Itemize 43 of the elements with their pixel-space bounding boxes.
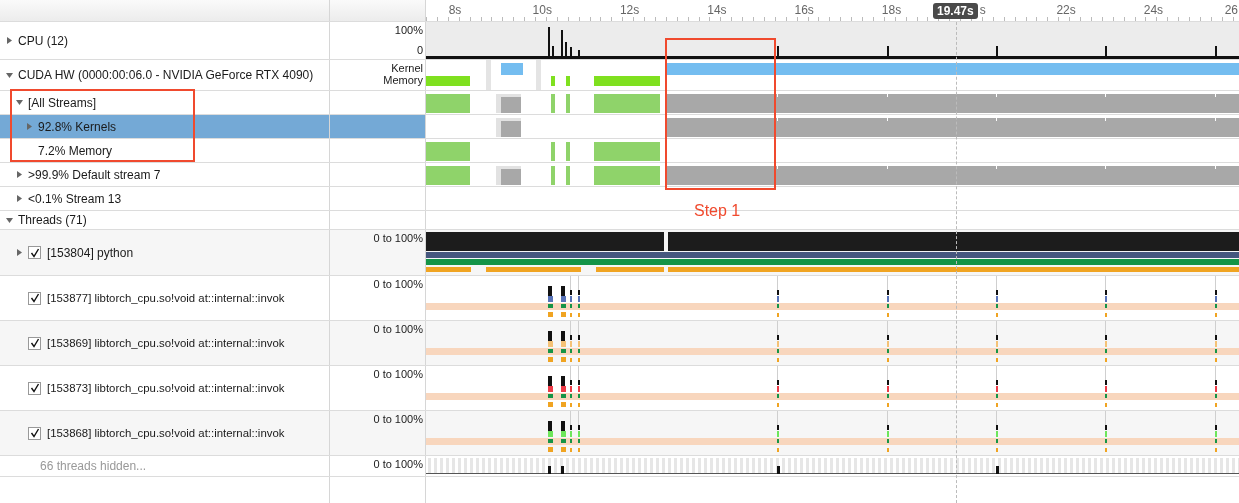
tick-label: 24s bbox=[1143, 3, 1164, 17]
checkbox[interactable] bbox=[28, 381, 41, 395]
annotation-label: Step 1 bbox=[694, 202, 741, 220]
tree-item[interactable]: [153877] libtorch_cpu.so!void at::internal::invok 0 to 100% bbox=[0, 276, 426, 320]
tree-item[interactable]: [153873] libtorch_cpu.so!void at::internal::invok 0 to 100% bbox=[0, 366, 426, 410]
tree-item[interactable]: [153868] libtorch_cpu.so!void at::internal::invok 0 to 100% bbox=[0, 411, 426, 455]
scale-label: 0 bbox=[416, 44, 423, 56]
scale-label: 0 to 100% bbox=[373, 413, 423, 425]
scale-label: Memory bbox=[383, 74, 423, 86]
scale-label: 100% bbox=[394, 24, 423, 36]
scale-label: 0 to 100% bbox=[373, 278, 423, 290]
expander-icon[interactable] bbox=[16, 195, 23, 202]
checkbox[interactable] bbox=[28, 426, 41, 440]
tree-item[interactable]: 92.8% Kernels bbox=[0, 115, 426, 138]
tick-label: 22s bbox=[1056, 3, 1076, 17]
tick-label: 16s bbox=[794, 3, 814, 17]
tree-item[interactable]: <0.1% Stream 13 bbox=[0, 187, 426, 210]
checkbox[interactable] bbox=[28, 291, 41, 305]
tick-label: 14s bbox=[707, 3, 727, 17]
scale-label: 0 to 100% bbox=[373, 323, 423, 335]
expander-icon[interactable] bbox=[6, 37, 13, 44]
checkbox[interactable] bbox=[28, 336, 41, 350]
expander-icon[interactable] bbox=[16, 171, 23, 178]
tick-label: 8s bbox=[448, 3, 462, 17]
tree-item[interactable]: Threads (71) bbox=[0, 211, 426, 229]
tree-item[interactable]: 66 threads hidden... 0 to 100% bbox=[0, 456, 426, 476]
scale-label: 0 to 100% bbox=[373, 458, 423, 470]
expander-icon[interactable] bbox=[16, 99, 23, 106]
tick-label: 26 bbox=[1224, 3, 1238, 17]
scale-label: 0 to 100% bbox=[373, 232, 423, 244]
tick-label: 18s bbox=[881, 3, 902, 17]
tree-item[interactable]: [153869] libtorch_cpu.so!void at::internal::invok 0 to 100% bbox=[0, 321, 426, 365]
tick-label: 12s bbox=[619, 3, 640, 17]
scale-label: 0 to 100% bbox=[373, 368, 423, 380]
expander-icon[interactable] bbox=[16, 249, 23, 256]
cursor-time-badge[interactable]: 19.47s bbox=[933, 3, 978, 19]
scale-label: Kernel bbox=[391, 62, 423, 74]
expander-icon[interactable] bbox=[6, 216, 13, 224]
tree-item[interactable]: [153804] python 0 to 100% bbox=[0, 230, 426, 275]
checkbox[interactable] bbox=[28, 246, 41, 259]
expander-icon[interactable] bbox=[6, 71, 13, 79]
tick-label: s bbox=[979, 3, 986, 17]
tick-label: 10s bbox=[532, 3, 552, 17]
